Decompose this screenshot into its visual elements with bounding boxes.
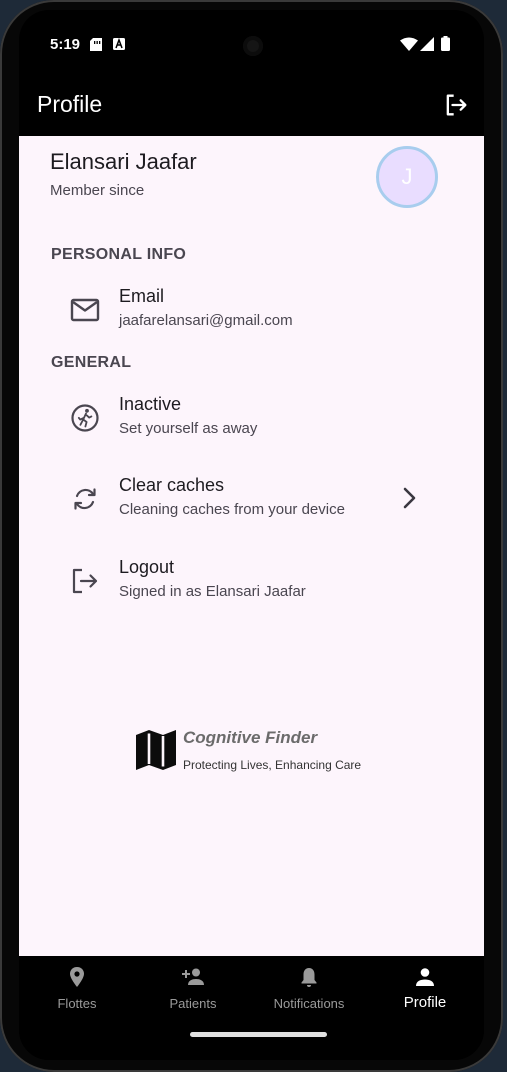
tile-title-inactive: Inactive (119, 394, 182, 414)
nav-flottes[interactable]: Flottes (19, 956, 135, 1020)
inactive-tile[interactable]: Inactive Set yourself as away (19, 385, 484, 449)
nav-notifications[interactable]: Notifications (251, 956, 367, 1020)
background-window-edge (503, 700, 507, 1040)
brand-block: Cognitive Finder Protecting Lives, Enhan… (134, 728, 394, 788)
tile-subtitle-inactive: Set yourself as away (119, 420, 258, 437)
nav-label-profile: Profile (403, 994, 447, 1011)
logout-icon (72, 568, 98, 594)
brand-name: Cognitive Finder (183, 728, 318, 747)
text-a-icon (113, 38, 125, 50)
chevron-right-icon (403, 487, 416, 509)
nav-patients[interactable]: Patients (135, 956, 251, 1020)
nav-label-patients: Patients (169, 996, 217, 1011)
bell-icon (301, 968, 317, 987)
user-name: Elansari Jaafar (50, 149, 197, 174)
map-icon (136, 730, 176, 770)
wifi-icon (400, 37, 418, 51)
section-general: GENERAL (51, 354, 132, 371)
member-since: Member since (50, 182, 145, 199)
logout-icon[interactable] (442, 91, 470, 119)
section-personal-info: PERSONAL INFO (51, 246, 187, 263)
phone-frame: 5:19 Profile Elansari Jaafar Member sinc… (0, 0, 503, 1072)
tile-subtitle-clear-caches: Cleaning caches from your device (119, 501, 345, 518)
sync-icon (74, 488, 96, 510)
battery-icon (441, 36, 450, 51)
bottom-nav: Flottes Patients Notifications Profile (19, 956, 484, 1060)
brand-tagline: Protecting Lives, Enhancing Care (183, 758, 362, 772)
tile-subtitle-logout: Signed in as Elansari Jaafar (119, 583, 306, 600)
running-person-icon (71, 404, 99, 432)
status-bar: 5:19 (19, 10, 484, 78)
tile-title-clear-caches: Clear caches (119, 475, 225, 495)
tile-subtitle-email: jaafarelansari@gmail.com (119, 312, 293, 329)
nav-label-flottes: Flottes (57, 996, 97, 1011)
email-tile[interactable]: Email jaafarelansari@gmail.com (19, 277, 484, 341)
logout-tile[interactable]: Logout Signed in as Elansari Jaafar (19, 548, 484, 612)
tile-title-email: Email (119, 286, 165, 306)
signal-icon (420, 37, 434, 51)
clear-caches-tile[interactable]: Clear caches Cleaning caches from your d… (19, 466, 484, 530)
nav-profile[interactable]: Profile (367, 956, 483, 1020)
home-indicator[interactable] (190, 1032, 327, 1037)
mail-icon (70, 298, 100, 322)
status-time: 5:19 (50, 36, 81, 53)
sim-card-icon (90, 38, 102, 51)
nav-label-notifications: Notifications (273, 996, 345, 1011)
tile-title-logout: Logout (119, 557, 175, 577)
screen: 5:19 Profile Elansari Jaafar Member sinc… (19, 10, 484, 1060)
profile-content: Elansari Jaafar Member since J PERSONAL … (19, 136, 484, 956)
location-pin-icon (70, 967, 84, 987)
front-camera (243, 36, 263, 56)
person-add-icon (182, 968, 204, 985)
page-title: Profile (37, 91, 103, 117)
app-bar: Profile (19, 78, 484, 136)
avatar[interactable]: J (376, 146, 438, 208)
person-icon (416, 968, 434, 986)
